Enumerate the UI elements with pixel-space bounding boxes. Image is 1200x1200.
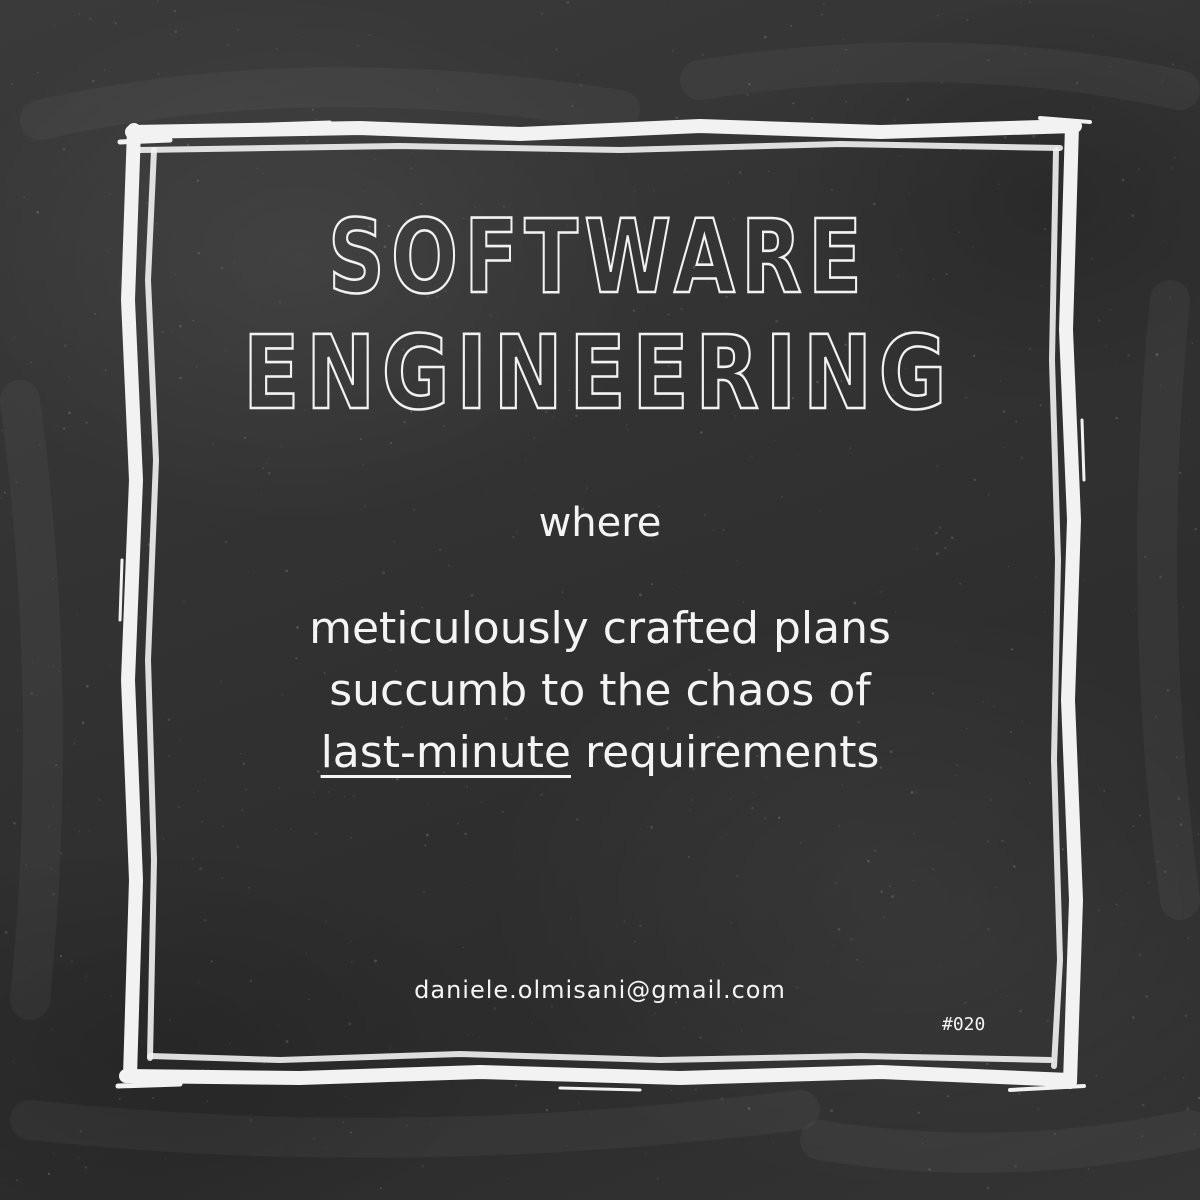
subtitle-where: where: [538, 500, 662, 546]
title-line-2: ENGINEERING: [243, 314, 953, 433]
underlined-phrase: last-minute: [320, 727, 571, 778]
author-email: daniele.olmisani@gmail.com: [414, 976, 786, 1004]
chalkboard: SOFTWARE ENGINEERING where meticulously …: [0, 0, 1200, 1200]
quote-line-1: meticulously crafted plans: [309, 603, 891, 654]
quote-line-3-rest: requirements: [571, 727, 880, 778]
title-line-1: SOFTWARE: [328, 198, 868, 317]
quote-line-3: last-minute requirements: [0, 722, 1200, 784]
post-number-tag: #020: [942, 1014, 986, 1035]
quote-line-2: succumb to the chaos of: [329, 665, 871, 716]
quote-body: meticulously crafted plans succumb to th…: [0, 598, 1200, 784]
